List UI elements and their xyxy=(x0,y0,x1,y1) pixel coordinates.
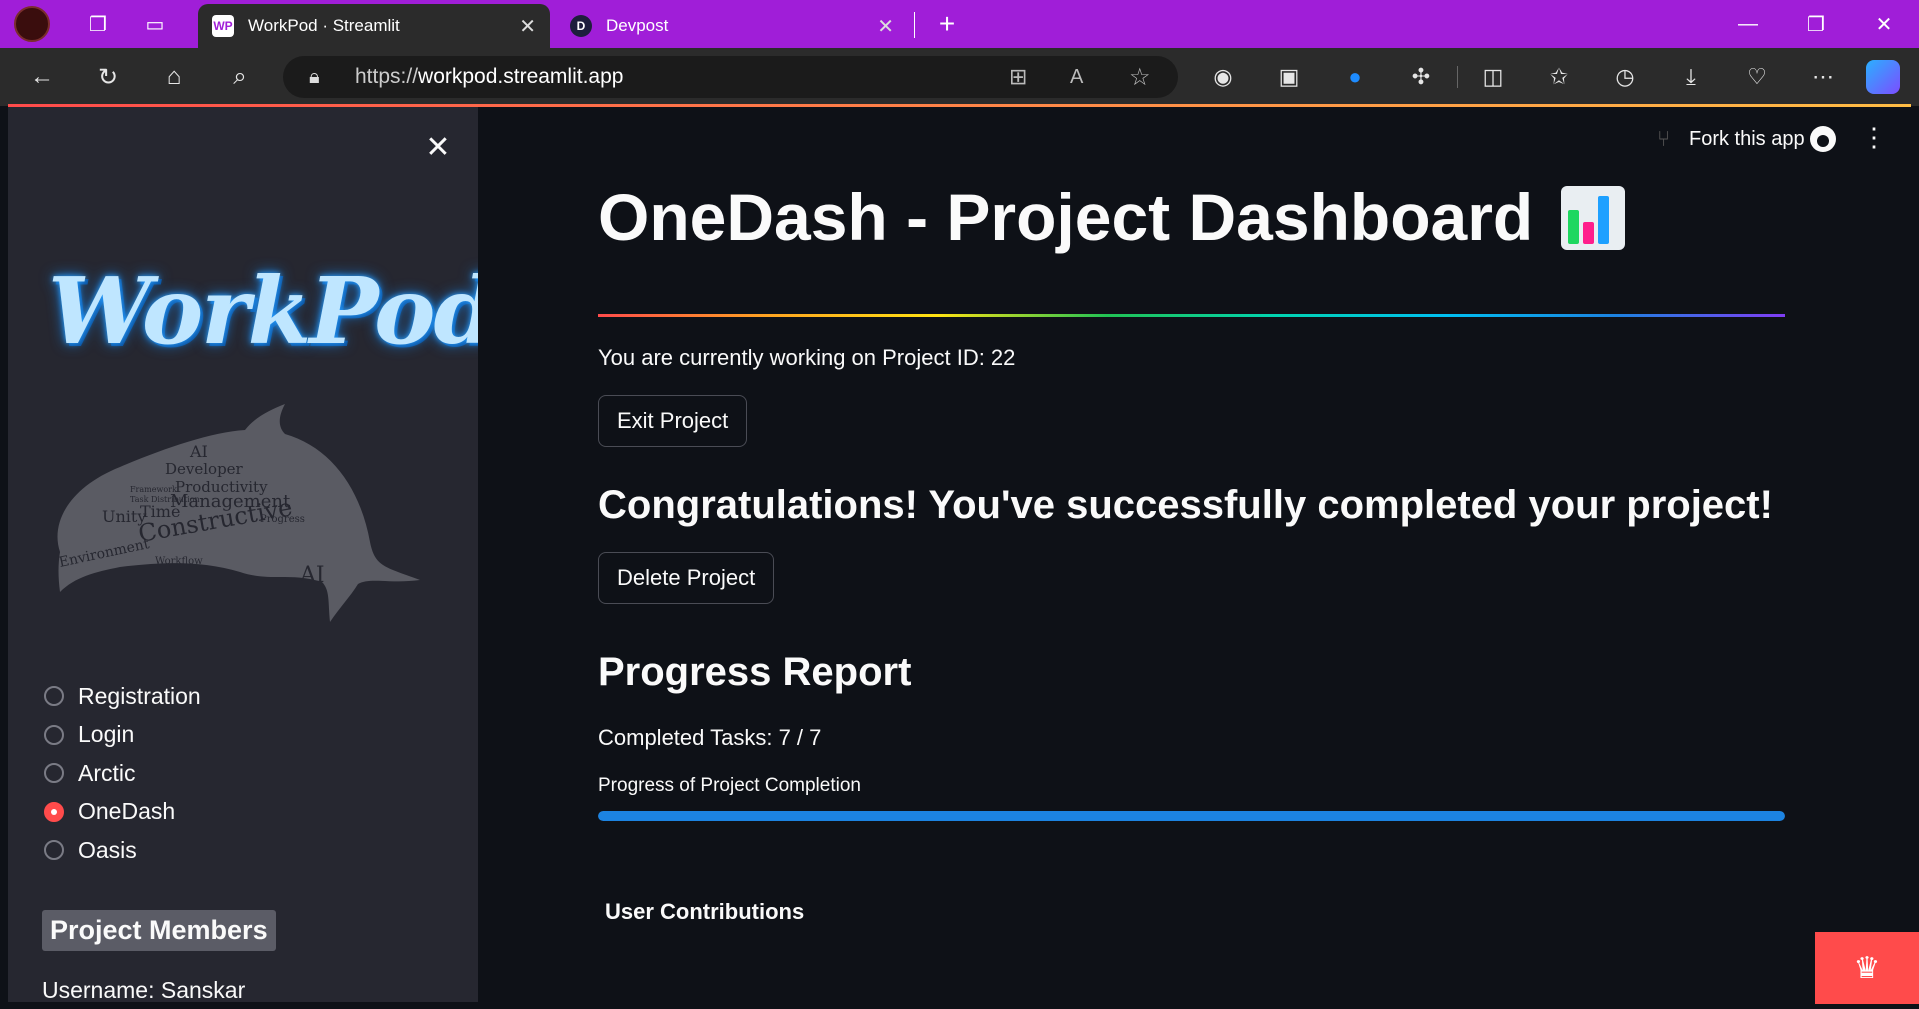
project-members-heading: Project Members xyxy=(42,910,276,951)
word-cloud-word: Workflow xyxy=(155,556,203,567)
main-menu-icon[interactable]: ⋮ xyxy=(1859,122,1889,153)
history-icon[interactable]: ◷ xyxy=(1605,57,1645,97)
split-screen-icon[interactable]: ◫ xyxy=(1473,57,1513,97)
browser-tab-bar: ❐ ▭ WP WorkPod · Streamlit ✕ D Devpost ✕… xyxy=(0,0,1919,48)
project-id-text: You are currently working on Project ID:… xyxy=(598,344,1016,370)
exit-project-button[interactable]: Exit Project xyxy=(598,394,748,447)
extension-owl-icon[interactable]: ◉ xyxy=(1203,57,1243,97)
tab-title: WorkPod · Streamlit xyxy=(248,16,400,35)
browser-toolbar: ← ↻ ⌂ ⌕ 🔒︎ https://workpod.streamlit.app… xyxy=(0,48,1919,106)
lock-icon[interactable]: 🔒︎ xyxy=(309,66,320,89)
close-sidebar-icon[interactable]: ✕ xyxy=(418,127,458,167)
radio-label: Oasis xyxy=(78,836,137,863)
close-tab-icon[interactable]: ✕ xyxy=(519,14,536,39)
tab-actions-icon[interactable]: ▭ xyxy=(135,4,175,44)
member-username: Username: Sanskar xyxy=(42,977,246,1002)
extensions-icon[interactable]: ✣ xyxy=(1401,57,1441,97)
radio-circle-icon[interactable] xyxy=(44,686,64,707)
favorites-icon[interactable]: ✩ xyxy=(1539,57,1579,97)
radio-onedash[interactable]: OneDash xyxy=(44,793,201,832)
word-cloud-word: Task Distribution xyxy=(130,495,200,504)
fork-app-link[interactable]: Fork this app xyxy=(1689,128,1805,151)
workpod-logo: WorkPod xyxy=(48,257,478,365)
more-options-icon[interactable]: ⋯ xyxy=(1803,57,1843,97)
radio-label: OneDash xyxy=(78,798,176,825)
copilot-icon[interactable] xyxy=(1866,60,1900,94)
radio-circle-icon[interactable] xyxy=(44,840,64,861)
radio-label: Registration xyxy=(78,682,201,709)
tab-devpost[interactable]: D Devpost ✕ xyxy=(556,4,908,48)
delete-project-button[interactable]: Delete Project xyxy=(598,551,775,604)
fork-icon: ⑂ xyxy=(1657,126,1671,151)
tab-divider xyxy=(914,12,915,38)
close-tab-icon[interactable]: ✕ xyxy=(877,14,894,39)
word-cloud-word: AI xyxy=(299,563,325,588)
rainbow-divider xyxy=(598,313,1785,317)
workspaces-icon[interactable]: ❐ xyxy=(78,4,118,44)
github-icon[interactable] xyxy=(1810,126,1836,152)
radio-label: Arctic xyxy=(78,759,136,786)
congratulations-heading: Congratulations! You've successfully com… xyxy=(598,482,1773,527)
workpod-favicon-icon: WP xyxy=(212,15,234,37)
radio-login[interactable]: Login xyxy=(44,716,201,755)
word-cloud-word: Framework xyxy=(130,485,177,494)
radio-label: Login xyxy=(78,721,135,748)
word-cloud-word: Developer xyxy=(165,460,244,478)
word-cloud-word: AI xyxy=(189,442,208,461)
apps-icon[interactable]: ⊞ xyxy=(1009,64,1027,90)
radio-circle-icon[interactable] xyxy=(44,763,64,784)
user-contributions-heading: User Contributions xyxy=(605,898,805,924)
word-cloud-word: Progress xyxy=(260,514,305,525)
shazam-icon[interactable]: ● xyxy=(1335,57,1375,97)
back-arrow-icon[interactable]: ← xyxy=(22,57,62,97)
progress-bar xyxy=(598,810,1785,821)
restore-icon[interactable]: ❐ xyxy=(1786,0,1846,48)
new-tab-icon[interactable]: + xyxy=(927,4,967,44)
tab-workpod[interactable]: WP WorkPod · Streamlit ✕ xyxy=(198,4,550,48)
streamlit-crown-icon[interactable]: ♛ xyxy=(1815,932,1919,1004)
progress-bar-fill xyxy=(598,810,1785,821)
progress-report-heading: Progress Report xyxy=(598,649,912,694)
page-title: OneDash - Project Dashboard xyxy=(598,180,1785,256)
star-icon[interactable]: ☆ xyxy=(1129,63,1151,92)
devpost-favicon-icon: D xyxy=(570,15,592,37)
browser-essentials-icon[interactable]: ♡ xyxy=(1737,57,1777,97)
radio-oasis[interactable]: Oasis xyxy=(44,831,201,870)
url-text: https://workpod.streamlit.app xyxy=(355,65,624,88)
toolbar-divider xyxy=(1457,66,1458,88)
radio-arctic[interactable]: Arctic xyxy=(44,754,201,793)
app-header-actions: ⑂ Fork this app ⋮ xyxy=(1619,122,1919,162)
page-title-text: OneDash - Project Dashboard xyxy=(598,180,1534,254)
profile-avatar-icon[interactable] xyxy=(12,4,52,44)
address-bar[interactable]: 🔒︎ https://workpod.streamlit.app ⊞ A ☆ xyxy=(283,56,1178,98)
close-window-icon[interactable]: ✕ xyxy=(1854,0,1914,48)
bar-chart-icon xyxy=(1561,185,1626,250)
main-content: OneDash - Project Dashboard You are curr… xyxy=(598,180,1785,925)
camera-icon[interactable]: ▣ xyxy=(1269,57,1309,97)
page-radio-group: Registration Login Arctic OneDash Oasis xyxy=(44,677,201,870)
tab-title: Devpost xyxy=(606,16,669,35)
minimize-icon[interactable]: — xyxy=(1718,0,1778,48)
downloads-icon[interactable]: ⤓ xyxy=(1671,57,1711,97)
dolphin-word-cloud: AI Developer Productivity Unity Time Man… xyxy=(57,404,420,622)
home-icon[interactable]: ⌂ xyxy=(154,57,194,97)
sidebar: ✕ WorkPod AI Developer Productivity Unit… xyxy=(8,107,478,1002)
progress-bar-label: Progress of Project Completion xyxy=(598,774,861,796)
search-icon[interactable]: ⌕ xyxy=(220,57,260,97)
radio-registration[interactable]: Registration xyxy=(44,677,201,716)
refresh-icon[interactable]: ↻ xyxy=(88,57,128,97)
radio-circle-icon[interactable] xyxy=(44,724,64,745)
read-aloud-icon[interactable]: A xyxy=(1070,66,1083,89)
completed-tasks-text: Completed Tasks: 7 / 7 xyxy=(598,724,822,750)
radio-selected-icon[interactable] xyxy=(44,801,64,822)
